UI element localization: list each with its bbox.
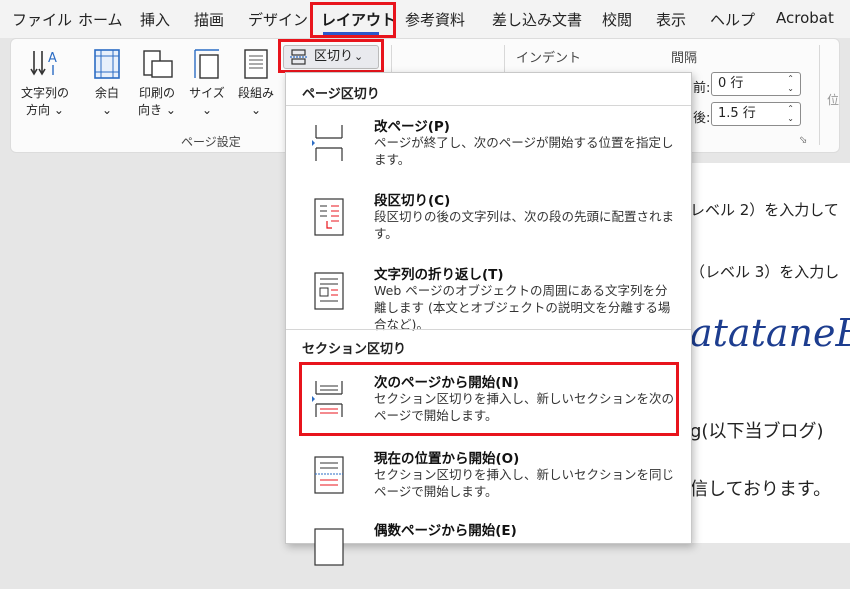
orientation-label-1: 印刷の [138,86,175,100]
doc-line-2: （レベル 3）を入力し [690,263,840,281]
section-breaks-header: セクション区切り [302,342,407,357]
highlight-breaks-button [278,39,384,73]
tab-design[interactable]: デザイン [248,9,308,30]
text-wrapping-desc: Web ページのオブジェクトの周囲にある文字列を分離します (本文とオブジェクト… [374,283,671,332]
text-direction-button[interactable]: A 文字列の 方向 ⌄ [15,47,75,119]
chevron-down-icon: ⌄ [165,103,176,117]
column-break-desc: 段区切りの後の文字列は、次の段の先頭に配置されます。 [374,209,675,241]
highlight-layout-tab [310,2,396,38]
spacing-before-label: 前: [693,81,711,96]
page-setup-group-label: ページ設定 [181,135,241,149]
menu-separator [286,105,691,106]
menu-item-continuous[interactable]: 現在の位置から開始(O) セクション区切りを挿入し、新しいセクションを同じページ… [292,447,684,517]
menu-item-text-wrapping[interactable]: 文字列の折り返し(T) Web ページのオブジェクトの周囲にある文字列を分離しま… [292,263,684,343]
page-breaks-header: ページ区切り [302,87,380,102]
columns-button[interactable]: 段組み ⌄ [233,47,279,119]
spinner-arrows-icon[interactable]: ⌃ ⌄ [787,104,794,124]
svg-text:A: A [48,51,57,66]
margins-icon [94,49,120,79]
tab-insert[interactable]: 挿入 [140,9,170,30]
orientation-label-2: 向き [138,103,163,117]
spacing-after-label: 後: [693,111,711,126]
page-break-desc: ページが終了し、次のページが開始する位置を指定します。 [374,135,674,167]
page-size-icon [194,49,219,79]
menu-item-even-page[interactable]: 偶数ページから開始(E) [292,519,684,589]
column-break-title: 段区切り(C) [374,193,451,209]
spinner-arrows-icon[interactable]: ⌃ ⌄ [787,74,794,94]
breaks-dropdown-menu: ページ区切り 改ページ(P) ページが終了し、次のページが開始する位置を指定しま… [285,72,692,566]
doc-heading: atataneB [690,311,850,355]
menu-item-column-break[interactable]: 段区切り(C) 段区切りの後の文字列は、次の段の先頭に配置されます。 [292,189,684,259]
spacing-before-input[interactable]: 0 行 ⌃ ⌄ [711,72,801,96]
indent-label: インデント [516,51,582,66]
even-page-title: 偶数ページから開始(E) [374,523,517,539]
text-direction-icon: A [30,51,57,76]
dialog-launcher-icon[interactable]: ⬂ [799,135,807,146]
text-wrapping-icon [314,272,344,310]
tab-mailings[interactable]: 差し込み文書 [492,9,582,30]
text-direction-label-1: 文字列の [20,86,69,100]
tab-references[interactable]: 参考資料 [405,9,465,30]
tab-review[interactable]: 校閲 [602,9,632,30]
size-button[interactable]: サイズ ⌄ [185,47,229,119]
columns-icon [244,49,268,79]
continuous-title: 現在の位置から開始(O) [374,451,520,467]
position-label: 位 [827,93,840,107]
orientation-button[interactable]: 印刷の 向き ⌄ [133,47,181,119]
column-break-icon [314,198,344,236]
text-wrapping-title: 文字列の折り返し(T) [374,267,504,283]
margins-label: 余白 [94,86,119,100]
tab-home[interactable]: ホーム [78,9,123,30]
text-direction-label-2: 方向 [26,103,51,117]
menu-separator [286,329,691,330]
spacing-after-value: 1.5 行 [718,106,756,121]
doc-line-1: レベル 2）を入力して [690,201,839,219]
even-page-section-icon [314,528,344,566]
size-label: サイズ [189,86,225,100]
margins-button[interactable]: 余白 ⌄ [85,47,129,119]
ribbon-tab-bar: ファイル ホーム 挿入 描画 デザイン レイアウト 参考資料 差し込み文書 校閲… [0,0,850,38]
chevron-down-icon: ⌄ [53,103,64,117]
spacing-after-input[interactable]: 1.5 行 ⌃ ⌄ [711,102,801,126]
chevron-down-icon: ⌄ [201,103,213,117]
doc-line-4: 信しております。 [690,479,832,500]
highlight-next-page-item [299,362,679,436]
tab-view[interactable]: 表示 [656,9,686,30]
orientation-icon [143,50,173,78]
menu-item-page-break[interactable]: 改ページ(P) ページが終了し、次のページが開始する位置を指定します。 [292,115,684,185]
spacing-label: 間隔 [671,51,698,66]
tab-acrobat[interactable]: Acrobat [776,9,834,27]
chevron-down-icon: ⌄ [101,103,113,117]
page-break-icon [312,125,343,161]
columns-label: 段組み [237,86,274,100]
tab-file[interactable]: ファイル [12,9,72,30]
tab-draw[interactable]: 描画 [194,9,224,30]
chevron-down-icon: ⌄ [250,103,262,117]
continuous-section-icon [314,456,344,494]
spacing-before-value: 0 行 [718,76,744,91]
doc-line-3: g(以下当ブログ) [690,421,824,442]
continuous-desc: セクション区切りを挿入し、新しいセクションを同じページで開始します。 [374,467,675,499]
group-separator [819,45,820,145]
page-break-title: 改ページ(P) [374,119,450,135]
tab-help[interactable]: ヘルプ [710,9,755,30]
